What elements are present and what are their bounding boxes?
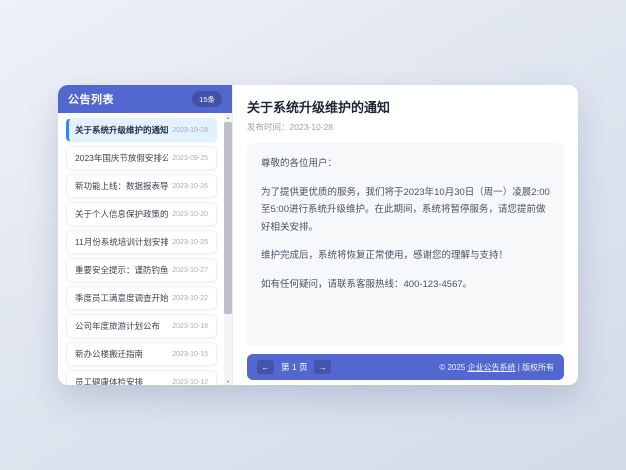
announcement-paragraph: 尊敬的各位用户： [261, 155, 550, 173]
prev-page-button[interactable]: ← [257, 360, 274, 374]
announcement-item-title: 新功能上线：数据报表导出 [75, 180, 168, 192]
next-page-button[interactable]: → [314, 360, 331, 374]
announcement-list-item[interactable]: 重要安全提示：谨防钓鱼邮件 2023-10-27 [66, 258, 217, 282]
sidebar-scrollbar[interactable]: ▲ ▼ [224, 113, 232, 385]
announcement-body: 尊敬的各位用户： 为了提供更优质的服务，我们将于2023年10月30日（周一）凌… [247, 143, 564, 346]
announcement-list-item[interactable]: 2023年国庆节放假安排公告 2023-09-25 [66, 146, 217, 170]
publish-time-label: 发布时间： [247, 122, 290, 132]
announcement-item-date: 2023-10-26 [172, 183, 208, 190]
announcement-item-title: 重要安全提示：谨防钓鱼邮件 [75, 264, 168, 276]
announcement-item-date: 2023-09-25 [172, 155, 208, 162]
scrollbar-down-arrow-icon[interactable]: ▼ [226, 377, 230, 385]
announcement-item-title: 关于个人信息保护政策的更新 [75, 208, 168, 220]
announcement-title: 关于系统升级维护的通知 [247, 97, 564, 116]
announcement-item-date: 2023-10-12 [172, 379, 208, 386]
announcement-item-title: 公司年度旅游计划公布 [75, 320, 160, 332]
announcement-app-card: 公告列表 15条 关于系统升级维护的通知 2023-10-28 2023年国庆节… [58, 85, 578, 385]
announcement-list: 关于系统升级维护的通知 2023-10-28 2023年国庆节放假安排公告 20… [58, 113, 224, 385]
scrollbar-thumb[interactable] [224, 122, 232, 314]
announcement-paragraph: 如有任何疑问，请联系客服热线：400-123-4567。 [261, 276, 550, 294]
copyright-app-name-link[interactable]: 企业公告系统 [467, 363, 515, 372]
announcement-item-date: 2023-10-27 [172, 267, 208, 274]
announcement-paragraph: 为了提供更优质的服务，我们将于2023年10月30日（周一）凌晨2:00至5:0… [261, 184, 550, 237]
sidebar: 公告列表 15条 关于系统升级维护的通知 2023-10-28 2023年国庆节… [58, 85, 233, 385]
announcement-count-badge: 15条 [192, 91, 222, 107]
announcement-list-container: 关于系统升级维护的通知 2023-10-28 2023年国庆节放假安排公告 20… [58, 113, 232, 385]
announcement-item-date: 2023-10-18 [172, 323, 208, 330]
footer-bar: ← 第 1 页 → © 2025 企业公告系统 | 版权所有 [247, 354, 564, 380]
copyright-suffix: | 版权所有 [515, 363, 554, 372]
announcement-list-item[interactable]: 公司年度旅游计划公布 2023-10-18 [66, 314, 217, 338]
announcement-item-date: 2023-10-20 [172, 211, 208, 218]
announcement-list-item[interactable]: 员工健康体检安排 2023-10-12 [66, 370, 217, 385]
announcement-list-item[interactable]: 关于个人信息保护政策的更新 2023-10-20 [66, 202, 217, 226]
publish-time-value: 2023-10-28 [290, 122, 333, 132]
announcement-detail-panel: 关于系统升级维护的通知 发布时间：2023-10-28 尊敬的各位用户： 为了提… [233, 85, 578, 385]
announcement-list-item[interactable]: 关于系统升级维护的通知 2023-10-28 [66, 118, 217, 142]
announcement-item-title: 2023年国庆节放假安排公告 [75, 152, 168, 164]
announcement-list-item[interactable]: 新功能上线：数据报表导出 2023-10-26 [66, 174, 217, 198]
announcement-list-item[interactable]: 季度员工满意度调查开始 2023-10-22 [66, 286, 217, 310]
announcement-item-title: 关于系统升级维护的通知 [75, 124, 168, 136]
scrollbar-up-arrow-icon[interactable]: ▲ [226, 113, 230, 121]
pagination: ← 第 1 页 → [257, 360, 331, 374]
announcement-item-title: 新办公楼搬迁指南 [75, 348, 143, 360]
copyright-year: © 2025 [439, 363, 467, 372]
left-arrow-icon: ← [262, 363, 270, 372]
announcement-item-title: 季度员工满意度调查开始 [75, 292, 168, 304]
announcement-item-date: 2023-10-28 [172, 127, 208, 134]
page-indicator: 第 1 页 [281, 361, 307, 373]
announcement-list-item[interactable]: 11月份系统培训计划安排 2023-10-25 [66, 230, 217, 254]
right-arrow-icon: → [319, 363, 327, 372]
sidebar-header: 公告列表 15条 [58, 85, 232, 113]
page-background: 公告列表 15条 关于系统升级维护的通知 2023-10-28 2023年国庆节… [0, 0, 626, 470]
announcement-item-date: 2023-10-22 [172, 295, 208, 302]
copyright: © 2025 企业公告系统 | 版权所有 [439, 362, 554, 373]
announcement-item-title: 员工健康体检安排 [75, 376, 143, 385]
announcement-item-date: 2023-10-25 [172, 239, 208, 246]
publish-time: 发布时间：2023-10-28 [247, 121, 564, 133]
sidebar-title: 公告列表 [68, 91, 114, 107]
announcement-item-title: 11月份系统培训计划安排 [75, 236, 168, 248]
announcement-list-item[interactable]: 新办公楼搬迁指南 2023-10-15 [66, 342, 217, 366]
announcement-paragraph: 维护完成后，系统将恢复正常使用，感谢您的理解与支持！ [261, 247, 550, 265]
announcement-item-date: 2023-10-15 [172, 351, 208, 358]
